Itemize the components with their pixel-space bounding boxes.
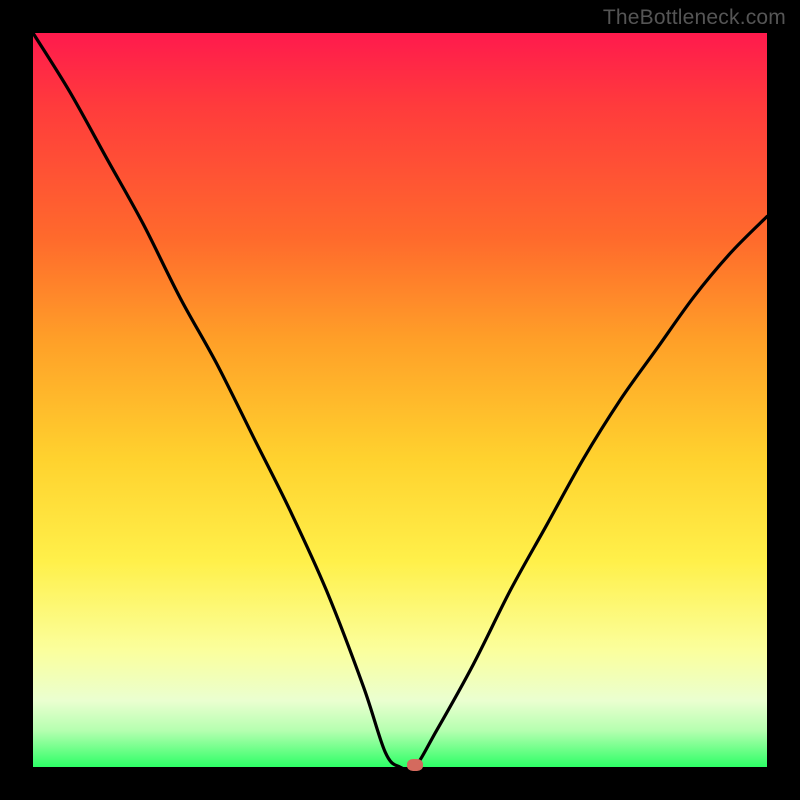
watermark-text: TheBottleneck.com xyxy=(603,6,786,30)
chart-frame: TheBottleneck.com xyxy=(0,0,800,800)
bottleneck-curve xyxy=(33,33,767,767)
plot-area xyxy=(33,33,767,767)
optimal-point-marker xyxy=(407,759,423,771)
